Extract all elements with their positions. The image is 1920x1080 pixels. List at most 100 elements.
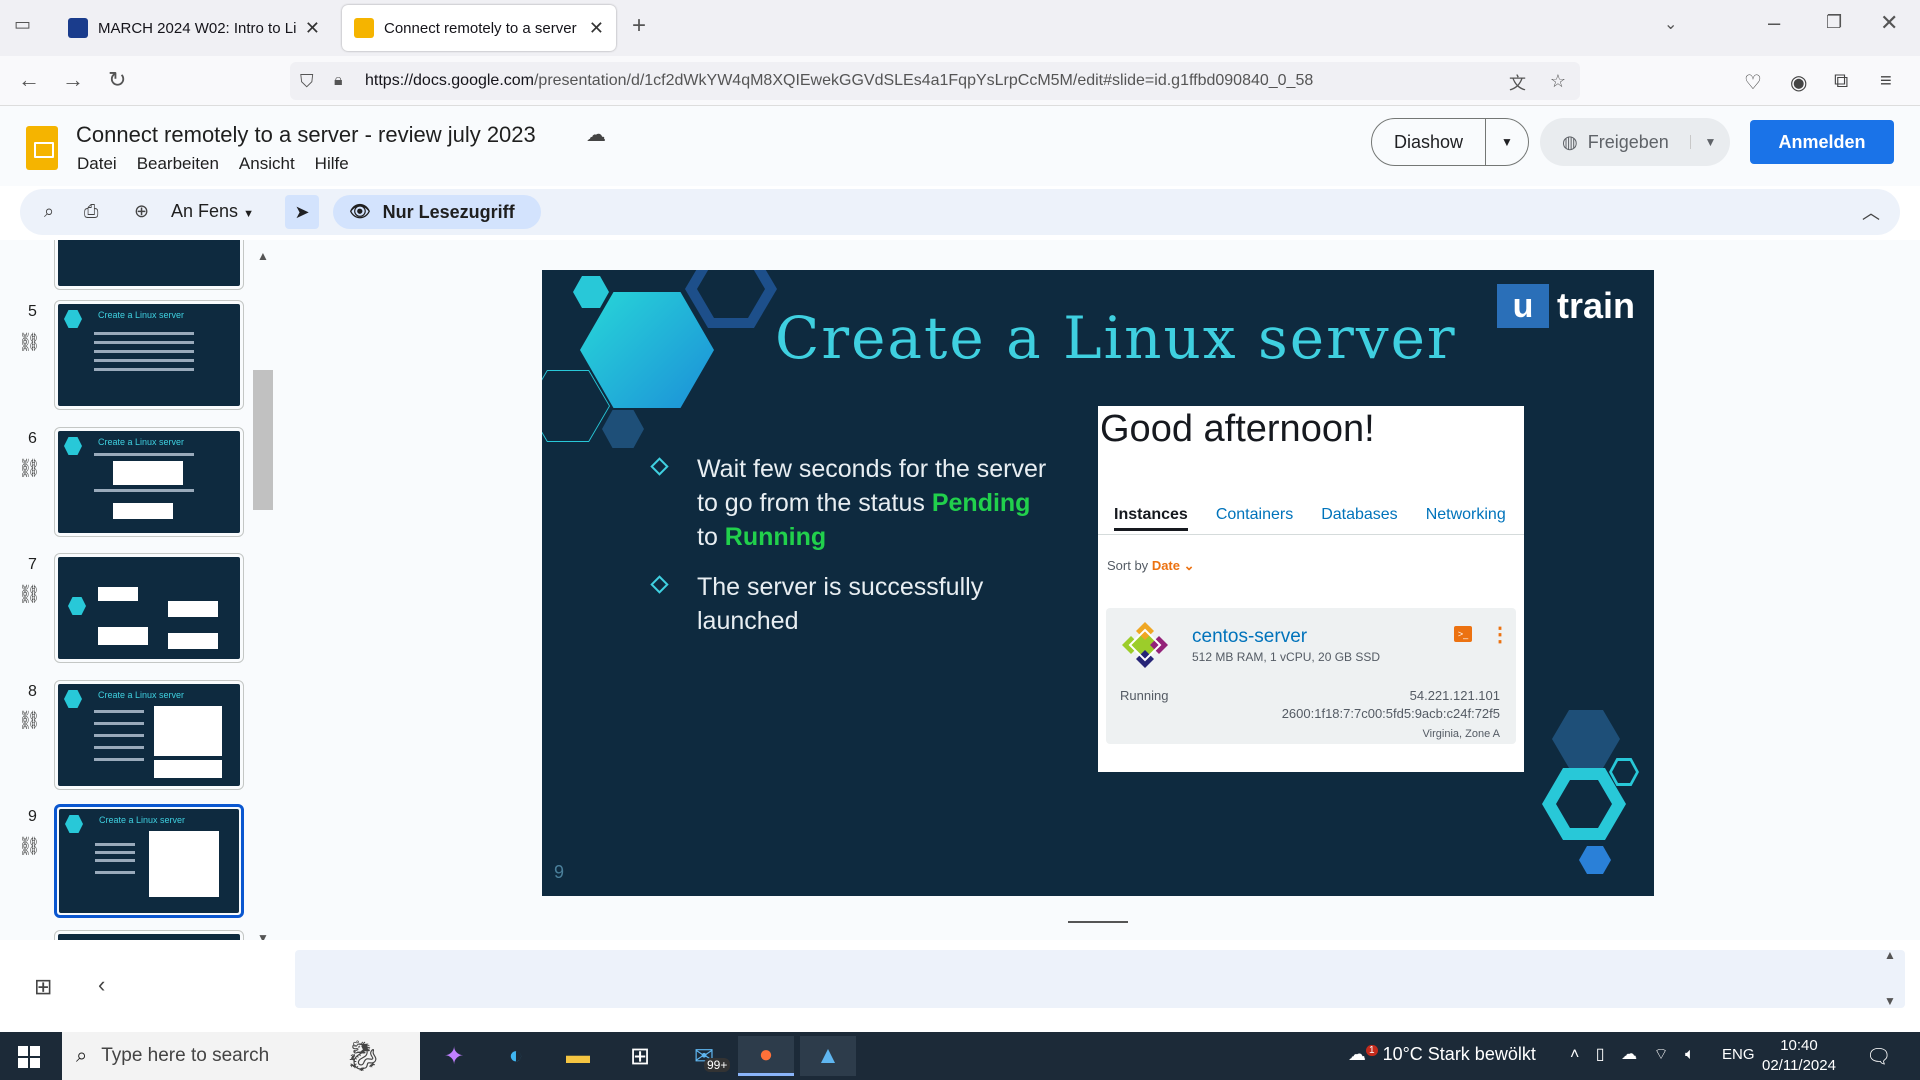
scroll-down-icon[interactable]: ▼ <box>1884 994 1896 1008</box>
device-icon[interactable]: ▯ <box>1596 1046 1611 1063</box>
utrain-favicon-icon <box>68 18 88 38</box>
edge-icon[interactable]: ◐ <box>488 1036 544 1076</box>
cloud-status-icon[interactable]: ☁︎ <box>586 122 606 147</box>
link-icon: ⛓︎ <box>18 332 41 352</box>
zoom-icon[interactable]: ⊕ <box>134 201 149 222</box>
scroll-down-icon[interactable]: ▼ <box>257 931 269 940</box>
notifications-icon[interactable]: 🗨︎ <box>1866 1044 1891 1069</box>
lock-icon[interactable]: 🔒︎ <box>334 72 343 90</box>
slide-thumbnail-7[interactable] <box>54 553 244 663</box>
translate-icon[interactable]: 文 <box>1509 69 1526 94</box>
share-button[interactable]: ◍ Freigeben ▼ <box>1540 118 1730 166</box>
tab-connect-remotely[interactable]: Connect remotely to a server - r ✕ <box>342 5 616 51</box>
restore-window-icon[interactable]: ❐ <box>1826 12 1842 33</box>
zoom-select[interactable]: An Fens ▼ <box>171 201 254 222</box>
menu-help[interactable]: Hilfe <box>315 154 349 174</box>
address-bar-row: ← → ↻ ⛉ 🔒︎ https://docs.google.com/prese… <box>0 56 1920 106</box>
tab-intro-linux[interactable]: MARCH 2024 W02: Intro to Linu ✕ <box>56 5 332 51</box>
menu-icon[interactable]: ≡ <box>1880 70 1892 93</box>
filmstrip-scroll-thumb[interactable] <box>253 370 273 510</box>
bullet-point: Wait few seconds for the server to go fr… <box>650 452 1057 554</box>
collapse-filmstrip-icon[interactable]: ‹ <box>98 972 105 998</box>
instance-status: Running <box>1120 688 1169 703</box>
slideshow-button[interactable]: Diashow ▼ <box>1371 118 1529 166</box>
slide-thumbnail-6[interactable]: Create a Linux server <box>54 427 244 537</box>
share-dropdown-icon[interactable]: ▼ <box>1690 135 1730 149</box>
thumbnail-title: Create a Linux server <box>98 437 185 447</box>
weather-widget[interactable]: ☁︎ 1 10°C Stark bewölkt <box>1348 1044 1536 1065</box>
pocket-icon[interactable]: ♡ <box>1744 70 1762 95</box>
microsoft-store-icon[interactable]: ⊞ <box>612 1036 668 1076</box>
menu-edit[interactable]: Bearbeiten <box>137 154 219 174</box>
menu-file[interactable]: Datei <box>77 154 117 174</box>
link-icon: ⛓︎ <box>18 710 41 730</box>
slide-thumbnail-9-selected[interactable]: Create a Linux server <box>54 804 244 918</box>
show-hidden-icons-icon[interactable]: ˄ <box>1570 1046 1585 1063</box>
print-icon[interactable]: ⎙ <box>84 201 98 222</box>
read-only-badge[interactable]: 👁︎ Nur Lesezugriff <box>333 195 541 229</box>
grid-view-icon[interactable]: ⊞ <box>34 974 52 1000</box>
volume-icon[interactable]: 🔈︎ <box>1685 1046 1701 1063</box>
diamond-bullet-icon <box>650 575 669 594</box>
back-icon[interactable]: ← <box>18 67 40 93</box>
copilot-icon[interactable]: ✦ <box>426 1036 482 1076</box>
forward-icon[interactable]: → <box>62 67 84 93</box>
thumbnail-title: Create a Linux server <box>99 815 186 825</box>
notes-scrollbar[interactable]: ▲ ▼ <box>1880 948 1900 1010</box>
windows-start-icon[interactable] <box>18 1046 40 1068</box>
minimize-window-icon[interactable]: – <box>1768 10 1780 36</box>
system-tray: ˄ ▯ ☁︎ ⌔ 🔈︎ <box>1570 1044 1701 1064</box>
sign-in-button[interactable]: Anmelden <box>1750 120 1894 164</box>
close-tab-icon[interactable]: ✕ <box>589 18 604 39</box>
new-tab-button[interactable]: + <box>632 12 646 40</box>
scroll-up-icon[interactable]: ▲ <box>1884 948 1896 962</box>
slide-thumbnail-4[interactable] <box>54 240 244 290</box>
instance-ipv6: 2600:1f18:7:7c00:5fd5:9acb:c24f:72f5 <box>1281 706 1500 721</box>
hexagon-decoration <box>602 410 644 448</box>
share-label[interactable]: Freigeben <box>1588 132 1690 153</box>
terminal-icon: >_ <box>1454 626 1472 642</box>
filmstrip-scrollbar[interactable]: ▲ ▼ <box>253 249 273 940</box>
filmstrip-footer: ⊞ ‹ <box>0 950 275 1030</box>
slideshow-label[interactable]: Diashow <box>1372 119 1486 165</box>
hexagon-decoration <box>1579 846 1611 874</box>
speaker-notes-area[interactable] <box>295 950 1905 1008</box>
clock[interactable]: 10:40 02/11/2024 <box>1762 1036 1836 1076</box>
url-domain: https://docs.google.com <box>365 72 534 89</box>
slide-thumbnail-10[interactable] <box>54 930 244 940</box>
weather-alert-badge: 1 <box>1366 1045 1378 1056</box>
firefox-icon[interactable]: ● <box>738 1036 794 1076</box>
photos-icon[interactable]: ▲ <box>800 1036 856 1076</box>
notes-resize-handle[interactable] <box>1068 921 1128 923</box>
mail-icon[interactable]: ✉ 99+ <box>676 1036 732 1076</box>
slides-logo-icon[interactable] <box>26 126 58 170</box>
file-explorer-icon[interactable]: ▬ <box>550 1036 606 1076</box>
scroll-up-icon[interactable]: ▲ <box>257 249 269 263</box>
url-field[interactable]: ⛉ 🔒︎ https://docs.google.com/presentatio… <box>290 62 1580 100</box>
taskbar-search-box[interactable]: ⌕ Type here to search 🐉︎ <box>62 1032 420 1080</box>
account-icon[interactable]: ◉ <box>1790 70 1807 95</box>
bookmark-star-icon[interactable]: ☆ <box>1550 71 1566 92</box>
globe-icon: ◍ <box>1562 131 1578 152</box>
sort-prefix: Sort by <box>1107 558 1149 573</box>
input-language[interactable]: ENG <box>1722 1046 1755 1063</box>
shield-icon[interactable]: ⛉ <box>300 71 314 92</box>
close-tab-icon[interactable]: ✕ <box>305 18 320 39</box>
slide-thumbnail-5[interactable]: Create a Linux server <box>54 300 244 410</box>
tab-list-icon[interactable]: ▭ <box>14 14 31 35</box>
list-all-tabs-icon[interactable]: ⌄ <box>1664 14 1677 34</box>
browser-tab-bar: ▭ MARCH 2024 W02: Intro to Linu ✕ Connec… <box>0 0 1920 56</box>
extensions-icon[interactable]: ⧉ <box>1834 70 1848 93</box>
reload-icon[interactable]: ↻ <box>108 67 126 93</box>
network-icon[interactable]: ☁︎ <box>1621 1046 1643 1063</box>
search-menus-icon[interactable]: ⌕ <box>44 201 54 222</box>
menu-view[interactable]: Ansicht <box>239 154 295 174</box>
collapse-toolbar-icon[interactable]: ︿ <box>1862 199 1880 225</box>
select-pointer-icon[interactable]: ➤ <box>285 195 319 229</box>
slide-title: Create a Linux server <box>775 304 1457 372</box>
cloud-weather-icon: ☁︎ <box>1348 1044 1366 1064</box>
slideshow-dropdown-icon[interactable]: ▼ <box>1486 135 1528 149</box>
slide-thumbnail-8[interactable]: Create a Linux server <box>54 680 244 790</box>
wifi-icon[interactable]: ⌔ <box>1654 1046 1675 1063</box>
close-window-icon[interactable]: ✕ <box>1880 10 1898 36</box>
